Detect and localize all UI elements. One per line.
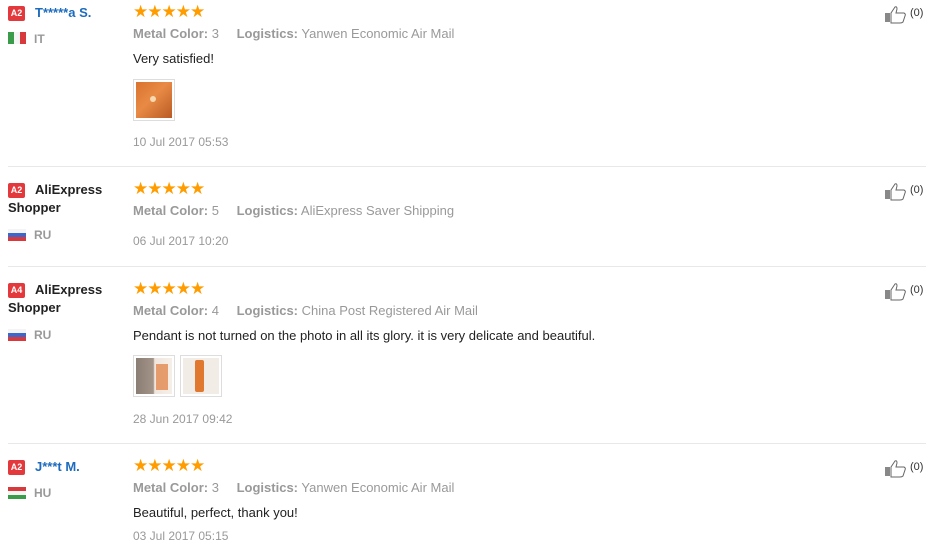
review-meta: Metal Color: 4 Logistics: China Post Reg… — [133, 303, 478, 319]
review-meta: Metal Color: 5 Logistics: AliExpress Sav… — [133, 203, 454, 219]
rating-stars: ★★★★★ — [133, 456, 205, 475]
thumbs-up-icon — [884, 183, 906, 201]
review-divider — [8, 266, 926, 267]
italy-flag-icon — [8, 32, 26, 44]
rating-stars: ★★★★★ — [133, 179, 205, 198]
logistics-label: Logistics: — [236, 26, 299, 41]
review-meta: Metal Color: 3 Logistics: Yanwen Economi… — [133, 26, 454, 42]
rating-stars: ★★★★★ — [133, 279, 205, 298]
review-photo-thumbnail[interactable] — [133, 79, 175, 121]
metal-color-value: 5 — [211, 203, 219, 218]
logistics-value: China Post Registered Air Mail — [301, 303, 478, 318]
review-divider — [8, 443, 926, 444]
metal-color-label: Metal Color: — [133, 203, 209, 218]
logistics-value: Yanwen Economic Air Mail — [301, 480, 455, 495]
metal-color-value: 3 — [211, 26, 219, 41]
thumbs-up-icon — [884, 460, 906, 478]
logistics-label: Logistics: — [236, 203, 299, 218]
buyer-level-badge: A2 — [8, 6, 25, 21]
review-text: Pendant is not turned on the photo in al… — [133, 328, 596, 343]
review-text: Beautiful, perfect, thank you! — [133, 505, 298, 520]
logistics-value: Yanwen Economic Air Mail — [301, 26, 455, 41]
country-code: HU — [34, 486, 52, 500]
logistics-label: Logistics: — [236, 303, 299, 318]
review-divider — [8, 166, 926, 167]
metal-color-value: 4 — [211, 303, 219, 318]
helpful-button[interactable]: (0) — [884, 182, 928, 201]
helpful-count: (0) — [910, 184, 924, 196]
review-date: 06 Jul 2017 10:20 — [133, 234, 229, 248]
buyer-name-text: AliExpress Shopper — [8, 282, 103, 315]
helpful-count: (0) — [910, 7, 924, 19]
metal-color-label: Metal Color: — [133, 480, 209, 495]
russia-flag-icon — [8, 329, 26, 341]
metal-color-label: Metal Color: — [133, 303, 209, 318]
buyer-name[interactable]: T*****a S. — [35, 4, 91, 22]
thumbs-up-icon — [884, 283, 906, 301]
helpful-count: (0) — [910, 284, 924, 296]
metal-color-label: Metal Color: — [133, 26, 209, 41]
buyer-name: AliExpress Shopper — [8, 181, 128, 217]
buyer-level-badge: A2 — [8, 460, 25, 475]
buyer-name-text: AliExpress Shopper — [8, 182, 103, 215]
country-code: RU — [34, 228, 52, 242]
review-date: 28 Jun 2017 09:42 — [133, 412, 233, 426]
logistics-label: Logistics: — [236, 480, 299, 495]
review-text: Very satisfied! — [133, 51, 214, 66]
rating-stars: ★★★★★ — [133, 2, 205, 21]
review-meta: Metal Color: 3 Logistics: Yanwen Economi… — [133, 480, 454, 496]
helpful-button[interactable]: (0) — [884, 282, 928, 301]
review-photo-thumbnail[interactable] — [133, 355, 175, 397]
logistics-value: AliExpress Saver Shipping — [300, 203, 455, 218]
country-code: IT — [34, 32, 45, 46]
review-photo-thumbnail[interactable] — [180, 355, 222, 397]
helpful-button[interactable]: (0) — [884, 459, 928, 478]
russia-flag-icon — [8, 229, 26, 241]
thumbs-up-icon — [884, 6, 906, 24]
helpful-count: (0) — [910, 461, 924, 473]
hungary-flag-icon — [8, 487, 26, 499]
country-code: RU — [34, 328, 52, 342]
metal-color-value: 3 — [211, 480, 219, 495]
review-date: 03 Jul 2017 05:15 — [133, 529, 229, 543]
buyer-name[interactable]: J***t M. — [35, 458, 80, 476]
helpful-button[interactable]: (0) — [884, 5, 928, 24]
review-date: 10 Jul 2017 05:53 — [133, 135, 229, 149]
buyer-name: AliExpress Shopper — [8, 281, 128, 317]
